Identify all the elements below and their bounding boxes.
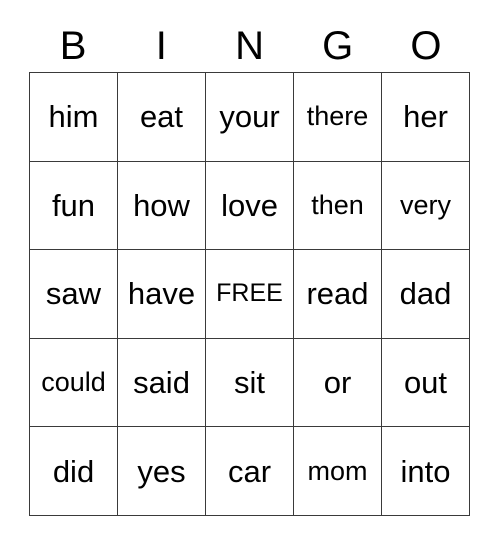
bingo-header-letter-i: I — [155, 24, 167, 68]
bingo-header-letter-n: N — [235, 24, 264, 68]
bingo-cell-r5c3[interactable]: car — [206, 427, 294, 516]
bingo-cell-label: car — [227, 453, 272, 489]
bingo-cell-r5c1[interactable]: did — [30, 427, 118, 516]
bingo-cell-label: her — [403, 99, 448, 135]
bingo-cell-label: could — [41, 367, 106, 398]
bingo-cell-label: did — [52, 453, 95, 489]
bingo-cell-label: yes — [137, 453, 186, 489]
bingo-cell-label: him — [48, 99, 99, 135]
bingo-cell-free-space[interactable]: FREE — [206, 250, 294, 339]
bingo-cell-r2c2[interactable]: how — [118, 161, 206, 251]
bingo-grid: him eat your there her fun how love then… — [29, 72, 470, 516]
bingo-cell-label: eat — [139, 99, 184, 135]
bingo-cell-r2c3[interactable]: love — [206, 161, 294, 251]
bingo-cell-label: saw — [45, 276, 102, 312]
free-space-label: FREE — [216, 279, 283, 308]
bingo-cell-r3c5[interactable]: dad — [382, 250, 470, 339]
bingo-cell-label: there — [306, 101, 369, 132]
bingo-cell-r5c5[interactable]: into — [382, 427, 470, 516]
bingo-cell-label: very — [399, 189, 451, 220]
bingo-cell-r3c1[interactable]: saw — [30, 250, 118, 339]
bingo-cell-r5c2[interactable]: yes — [118, 427, 206, 516]
bingo-header-letter-b: B — [59, 24, 87, 68]
bingo-cell-label: into — [400, 453, 451, 489]
bingo-cell-label: then — [311, 189, 364, 220]
bingo-header-letter-g: G — [322, 24, 354, 68]
bingo-cell-r2c1[interactable]: fun — [30, 161, 118, 251]
bingo-cell-r1c2[interactable]: eat — [118, 73, 206, 162]
bingo-header-row: B I N G O — [29, 20, 470, 72]
bingo-cell-label: love — [221, 187, 278, 223]
bingo-cell-label: mom — [307, 455, 368, 486]
bingo-cell-label: dad — [399, 276, 452, 312]
bingo-cell-label: have — [127, 276, 196, 312]
bingo-cell-r1c5[interactable]: her — [382, 73, 470, 162]
bingo-cell-label: read — [306, 276, 369, 312]
bingo-cell-label: said — [133, 365, 190, 401]
bingo-cell-r2c4[interactable]: then — [294, 161, 382, 251]
bingo-cell-r4c2[interactable]: said — [118, 338, 206, 428]
bingo-cell-r4c3[interactable]: sit — [206, 338, 294, 428]
bingo-cell-r4c1[interactable]: could — [30, 338, 118, 428]
bingo-cell-r1c4[interactable]: there — [294, 73, 382, 162]
bingo-card: B I N G O him eat your there her fun how… — [29, 20, 470, 516]
bingo-cell-label: your — [219, 99, 280, 135]
bingo-cell-label: how — [133, 187, 190, 223]
bingo-cell-r5c4[interactable]: mom — [294, 427, 382, 516]
bingo-cell-r1c3[interactable]: your — [206, 73, 294, 162]
bingo-cell-r4c5[interactable]: out — [382, 338, 470, 428]
bingo-cell-r3c2[interactable]: have — [118, 250, 206, 339]
bingo-cell-label: sit — [234, 365, 265, 401]
bingo-cell-label: fun — [51, 187, 96, 223]
bingo-cell-label: out — [403, 365, 448, 401]
bingo-cell-r1c1[interactable]: him — [30, 73, 118, 162]
bingo-cell-label: or — [323, 365, 352, 401]
bingo-cell-r4c4[interactable]: or — [294, 338, 382, 428]
bingo-cell-r2c5[interactable]: very — [382, 161, 470, 251]
bingo-cell-r3c4[interactable]: read — [294, 250, 382, 339]
bingo-header-letter-o: O — [410, 24, 442, 68]
